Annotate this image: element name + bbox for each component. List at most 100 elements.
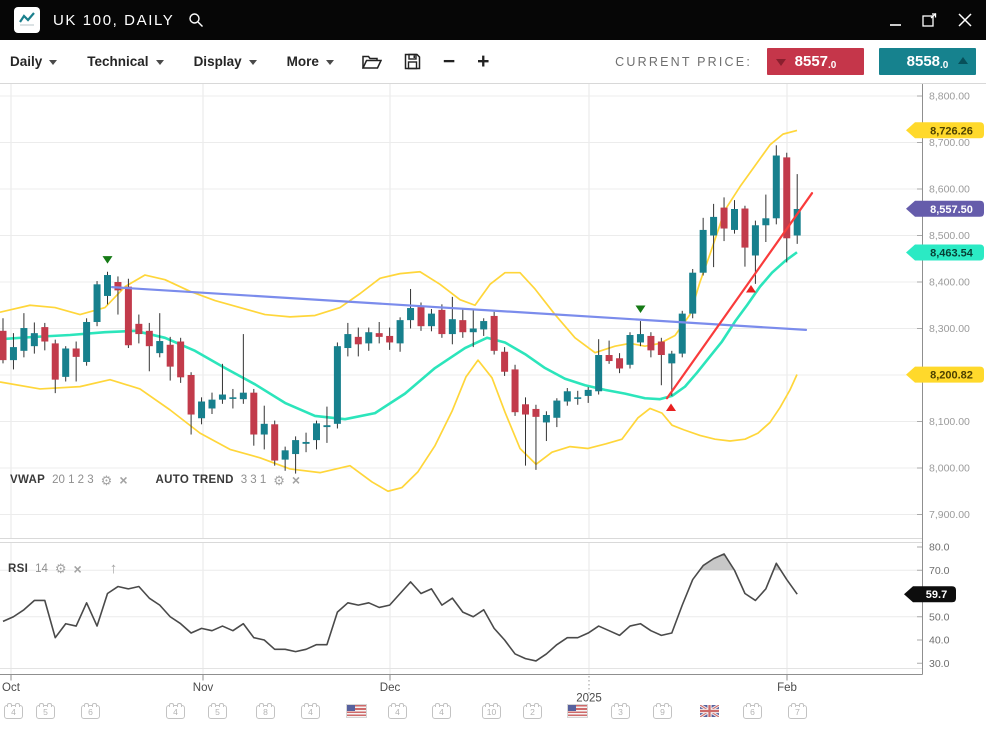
- menu-more[interactable]: More: [287, 54, 334, 69]
- overlay-indicator-labels: VWAP 20 1 2 3 ⚙ × AUTO TREND 3 3 1 ⚙ ×: [10, 473, 300, 487]
- calendar-ring: [622, 703, 627, 707]
- price-up-arrow-icon: [958, 57, 968, 64]
- calendar-event-icon[interactable]: 4: [432, 705, 451, 719]
- candle-up: [209, 400, 216, 409]
- calendar-event-icon[interactable]: 4: [4, 705, 23, 719]
- candle-down: [647, 336, 654, 350]
- zoom-in-icon[interactable]: +: [477, 52, 489, 72]
- price-tick-label: 8,800.00: [929, 91, 970, 103]
- candle-down: [355, 337, 362, 344]
- auto-trend-remove-icon[interactable]: ×: [292, 473, 300, 487]
- candle-up: [700, 230, 707, 273]
- us-flag-icon[interactable]: [567, 704, 588, 718]
- candle-up: [470, 329, 477, 333]
- candle-up: [282, 450, 289, 459]
- menu-technical[interactable]: Technical: [87, 54, 163, 69]
- calendar-event-icon[interactable]: 4: [166, 705, 185, 719]
- save-icon[interactable]: [404, 53, 421, 70]
- chart-title: UK 100, DAILY: [53, 12, 174, 29]
- vwap-label: VWAP: [10, 474, 45, 486]
- svg-text:8,726.26: 8,726.26: [930, 125, 973, 137]
- menu-display[interactable]: Display: [194, 54, 257, 69]
- candle-down: [741, 209, 748, 248]
- rsi-settings-gear-icon[interactable]: ⚙: [55, 562, 67, 575]
- candle-up: [543, 415, 550, 422]
- candle-up: [156, 341, 163, 353]
- menu-label: Display: [194, 54, 242, 69]
- rsi-move-up-icon[interactable]: ↑: [110, 561, 118, 576]
- candle-up: [679, 314, 686, 354]
- svg-text:8,463.54: 8,463.54: [930, 247, 974, 259]
- zoom-out-icon[interactable]: −: [443, 52, 455, 72]
- buy-price-button[interactable]: 8558.0: [879, 48, 976, 75]
- candle-down: [616, 358, 623, 368]
- calendar-ring: [799, 703, 804, 707]
- candle-up: [574, 397, 581, 399]
- calendar-event-icon[interactable]: 6: [743, 705, 762, 719]
- sell-price-button[interactable]: 8557.0: [767, 48, 864, 75]
- blue-trend-line[interactable]: [112, 287, 806, 330]
- search-icon[interactable]: [188, 12, 204, 28]
- candle-up: [365, 332, 372, 343]
- candle-up: [553, 401, 560, 418]
- candle-down: [522, 404, 529, 414]
- rsi-tick-label: 30.0: [929, 658, 950, 670]
- chevron-down-icon: [156, 60, 164, 65]
- price-tick-label: 8,400.00: [929, 277, 970, 289]
- open-folder-icon[interactable]: [362, 54, 382, 70]
- calendar-event-icon[interactable]: 9: [653, 705, 672, 719]
- calendar-event-icon[interactable]: 10: [482, 705, 501, 719]
- buy-price-minor: .0: [940, 60, 948, 75]
- us-flag-icon[interactable]: [346, 704, 367, 718]
- candle-up: [710, 217, 717, 236]
- candle-down: [188, 375, 195, 415]
- menu-label: Technical: [87, 54, 148, 69]
- calendar-ring: [391, 703, 396, 707]
- menu-label: Daily: [10, 54, 42, 69]
- vwap-remove-icon[interactable]: ×: [119, 473, 127, 487]
- price-tick-label: 8,700.00: [929, 137, 970, 149]
- calendar-event-icon[interactable]: 4: [301, 705, 320, 719]
- close-icon[interactable]: [958, 13, 972, 27]
- candle-up: [773, 156, 780, 219]
- calendar-ring: [47, 703, 52, 707]
- price-tick-label: 8,100.00: [929, 416, 970, 428]
- uk-flag-icon[interactable]: [700, 704, 719, 716]
- calendar-event-icon[interactable]: 5: [208, 705, 227, 719]
- rsi-remove-icon[interactable]: ×: [74, 562, 82, 576]
- candle-down: [271, 424, 278, 460]
- auto-trend-settings-gear-icon[interactable]: ⚙: [273, 474, 285, 487]
- calendar-ring: [7, 703, 12, 707]
- calendar-ring: [92, 703, 97, 707]
- calendar-event-icon[interactable]: 6: [81, 705, 100, 719]
- calendar-ring: [526, 703, 531, 707]
- red-trend-line[interactable]: [667, 193, 812, 398]
- calendar-event-icon[interactable]: 8: [256, 705, 275, 719]
- popout-window-icon[interactable]: [922, 13, 938, 27]
- calendar-event-icon[interactable]: 3: [611, 705, 630, 719]
- price-chart-svg[interactable]: 8,800.008,700.008,600.008,500.008,400.00…: [0, 84, 986, 730]
- candle-down: [501, 352, 508, 372]
- candle-up: [731, 209, 738, 230]
- candle-up: [627, 335, 634, 365]
- calendar-ring: [614, 703, 619, 707]
- month-axis-label: Feb: [777, 682, 797, 694]
- calendar-ring: [304, 703, 309, 707]
- calendar-event-icon[interactable]: 5: [36, 705, 55, 719]
- menu-daily[interactable]: Daily: [10, 54, 57, 69]
- calendar-ring: [435, 703, 440, 707]
- trading-app-window: UK 100, DAILY: [0, 0, 986, 730]
- candle-down: [386, 336, 393, 343]
- svg-text:59.7: 59.7: [926, 589, 947, 601]
- auto-trend-params: 3 3 1: [241, 474, 267, 486]
- calendar-event-icon[interactable]: 4: [388, 705, 407, 719]
- minimize-icon[interactable]: [889, 14, 902, 27]
- price-tick-label: 8,300.00: [929, 323, 970, 335]
- calendar-event-icon[interactable]: 7: [788, 705, 807, 719]
- chart-canvas[interactable]: 8,800.008,700.008,600.008,500.008,400.00…: [0, 84, 986, 730]
- candle-down: [52, 343, 59, 379]
- price-tag: 8,557.50: [906, 201, 984, 217]
- vwap-settings-gear-icon[interactable]: ⚙: [101, 474, 113, 487]
- calendar-event-icon[interactable]: 2: [523, 705, 542, 719]
- calendar-ring: [656, 703, 661, 707]
